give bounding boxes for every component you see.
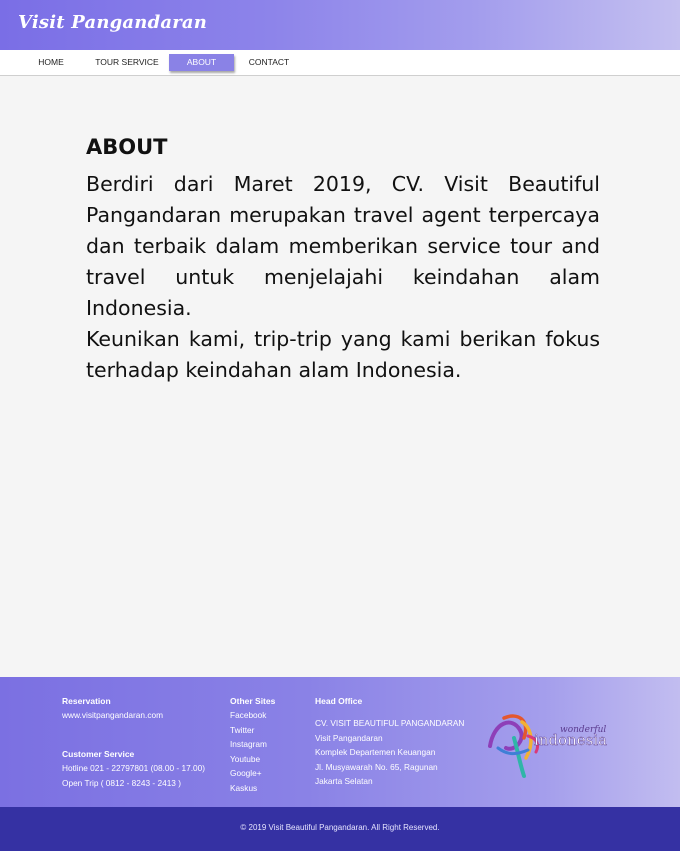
link-instagram[interactable]: Instagram xyxy=(230,737,275,752)
copyright-bar: © 2019 Visit Beautiful Pangandaran. All … xyxy=(0,807,680,851)
reservation-heading: Reservation xyxy=(62,696,111,706)
footer-head-office: Head Office CV. VISIT BEAUTIFUL PANGANDA… xyxy=(315,696,464,789)
nav-contact[interactable]: CONTACT xyxy=(244,54,294,71)
office-line-5: Jakarta Selatan xyxy=(315,776,373,786)
logo-text-indonesia: indonesia xyxy=(534,731,607,749)
office-line-3: Komplek Departemen Keuangan xyxy=(315,747,436,757)
site-logo[interactable]: Visit Pangandaran xyxy=(18,12,207,33)
about-section: ABOUT Berdiri dari Maret 2019, CV. Visit… xyxy=(86,135,600,386)
hotline-text: Hotline 021 - 22797801 (08.00 - 17.00) xyxy=(62,763,205,773)
nav-about[interactable]: ABOUT xyxy=(169,54,234,71)
copyright-text: © 2019 Visit Beautiful Pangandaran. All … xyxy=(240,823,440,832)
link-kaskus[interactable]: Kaskus xyxy=(230,781,275,796)
open-trip-text: Open Trip ( 0812 - 8243 - 2413 ) xyxy=(62,777,181,788)
page-title: ABOUT xyxy=(86,135,168,159)
footer-reservation: Reservation www.visitpangandaran.com xyxy=(62,696,163,723)
about-paragraph-2: Keunikan kami, trip-trip yang kami berik… xyxy=(86,327,600,382)
other-sites-heading: Other Sites xyxy=(230,696,276,706)
link-googleplus[interactable]: Google+ xyxy=(230,766,275,781)
footer-other-sites: Other Sites Facebook Twitter Instagram Y… xyxy=(230,696,275,795)
office-line-4: Jl. Musyawarah No. 65, Ragunan xyxy=(315,761,438,772)
link-twitter[interactable]: Twitter xyxy=(230,723,275,738)
office-line-2: Visit Pangandaran xyxy=(315,732,383,743)
office-company-name: CV. VISIT BEAUTIFUL PANGANDARAN xyxy=(315,718,465,728)
site-header: Visit Pangandaran xyxy=(0,0,680,50)
customer-service-heading: Customer Service xyxy=(62,749,135,759)
nav-tour-service[interactable]: TOUR SERVICE xyxy=(92,54,162,71)
footer-customer-service: Customer Service Hotline 021 - 22797801 … xyxy=(62,749,205,790)
link-facebook[interactable]: Facebook xyxy=(230,708,275,723)
wonderful-indonesia-logo: wonderful indonesia xyxy=(488,714,607,778)
link-youtube[interactable]: Youtube xyxy=(230,752,275,767)
reservation-website-link[interactable]: www.visitpangandaran.com xyxy=(62,708,163,723)
head-office-heading: Head Office xyxy=(315,696,363,706)
nav-home[interactable]: HOME xyxy=(28,54,74,71)
main-nav: HOME TOUR SERVICE ABOUT CONTACT xyxy=(0,50,680,76)
about-paragraph-1: Berdiri dari Maret 2019, CV. Visit Beaut… xyxy=(86,172,600,320)
